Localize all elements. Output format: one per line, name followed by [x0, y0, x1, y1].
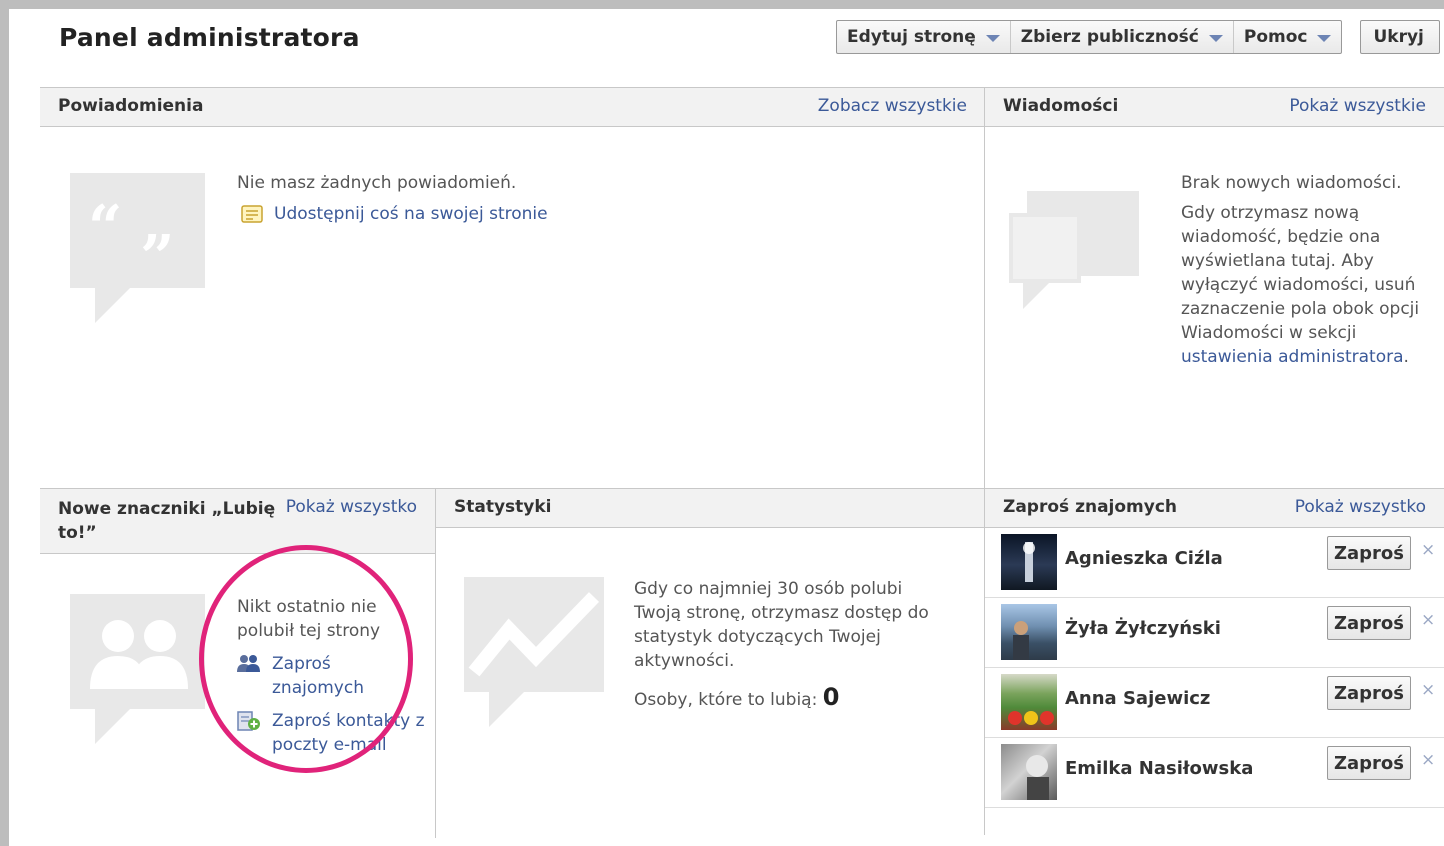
top-actions: Edytuj stronę Zbierz publiczność Pomoc U… [836, 20, 1441, 54]
invite-header: Zaproś znajomych Pokaż wszystko [985, 488, 1444, 528]
hide-button[interactable]: Ukryj [1360, 20, 1441, 54]
messages-empty-title: Brak nowych wiadomości. [1181, 173, 1402, 193]
chart-bubble-icon [464, 577, 604, 727]
messages-show-all-link[interactable]: Pokaż wszystkie [1289, 96, 1426, 116]
avatar [1001, 744, 1057, 800]
chevron-down-icon [1208, 35, 1223, 42]
messages-title: Wiadomości [1003, 96, 1119, 116]
stats-description: Gdy co najmniej 30 osób polubi Twoją str… [634, 579, 929, 671]
svg-text:”: ” [140, 223, 175, 293]
invite-row: Emilka Nasiłowska Zaproś × [985, 738, 1444, 808]
page-title: Panel administratora [59, 23, 360, 52]
stats-likes-label: Osoby, które to lubią: [634, 690, 818, 710]
edit-page-label: Edytuj stronę [847, 27, 976, 47]
help-button[interactable]: Pomoc [1234, 21, 1342, 53]
close-icon[interactable]: × [1421, 680, 1435, 700]
build-audience-button[interactable]: Zbierz publiczność [1011, 21, 1234, 53]
invite-button[interactable]: Zaproś [1327, 536, 1411, 570]
notifications-see-all-link[interactable]: Zobacz wszystkie [818, 96, 967, 116]
chevron-down-icon [1317, 35, 1332, 42]
admin-panel-window: Panel administratora Edytuj stronę Zbier… [0, 0, 1444, 846]
stats-header: Statystyki [436, 488, 984, 528]
message-bubble-icon [1009, 191, 1139, 331]
close-icon[interactable]: × [1421, 540, 1435, 560]
stats-likes-count: 0 [822, 683, 840, 711]
close-icon[interactable]: × [1421, 750, 1435, 770]
chevron-down-icon [985, 35, 1000, 42]
help-label: Pomoc [1243, 27, 1308, 47]
build-audience-label: Zbierz publiczność [1020, 27, 1199, 47]
invite-row: Żyła Żyłczyński Zaproś × [985, 598, 1444, 668]
messages-description-text: Gdy otrzymasz nową wiadomość, będzie ona… [1181, 203, 1420, 343]
invite-person-name: Agnieszka Ciźla [1065, 548, 1223, 569]
notifications-header: Powiadomienia Zobacz wszystkie [40, 87, 985, 127]
svg-text:“: “ [88, 193, 123, 263]
invite-button[interactable]: Zaproś [1327, 746, 1411, 780]
invite-person-name: Żyła Żyłczyński [1065, 618, 1221, 639]
edit-page-button[interactable]: Edytuj stronę [837, 21, 1011, 53]
admin-settings-link[interactable]: ustawienia administratora [1181, 347, 1404, 367]
notifications-title: Powiadomienia [58, 96, 204, 116]
invite-button[interactable]: Zaproś [1327, 676, 1411, 710]
avatar [1001, 604, 1057, 660]
stats-title: Statystyki [454, 497, 552, 517]
notifications-empty-text: Nie masz żadnych powiadomień. [237, 173, 517, 193]
column-divider [435, 488, 436, 838]
likes-title: Nowe znaczniki „Lubię to!” [58, 499, 276, 543]
share-on-page-link[interactable]: Udostępnij coś na swojej stronie [274, 202, 548, 226]
invite-button[interactable]: Zaproś [1327, 606, 1411, 640]
stats-likes-line: Osoby, które to lubią: 0 [634, 685, 839, 712]
invite-row: Anna Sajewicz Zaproś × [985, 668, 1444, 738]
action-button-group: Edytuj stronę Zbierz publiczność Pomoc [836, 20, 1343, 54]
people-bubble-icon [70, 594, 205, 744]
messages-header: Wiadomości Pokaż wszystkie [985, 87, 1444, 127]
likes-show-all-link[interactable]: Pokaż wszystko [286, 497, 417, 517]
invite-row: Agnieszka Ciźla Zaproś × [985, 528, 1444, 598]
highlight-circle [199, 545, 413, 773]
invite-person-name: Anna Sajewicz [1065, 688, 1211, 709]
avatar [1001, 534, 1057, 590]
invite-show-all-link[interactable]: Pokaż wszystko [1295, 497, 1426, 517]
messages-description: Gdy otrzymasz nową wiadomość, będzie ona… [1181, 201, 1421, 369]
likes-header: Nowe znaczniki „Lubię to!” Pokaż wszystk… [40, 488, 435, 554]
close-icon[interactable]: × [1421, 610, 1435, 630]
invite-person-name: Emilka Nasiłowska [1065, 758, 1254, 779]
messages-description-period: . [1403, 347, 1409, 367]
quote-bubble-icon: “ ” [70, 173, 205, 323]
avatar [1001, 674, 1057, 730]
note-icon [241, 204, 263, 230]
invite-title: Zaproś znajomych [1003, 497, 1178, 517]
